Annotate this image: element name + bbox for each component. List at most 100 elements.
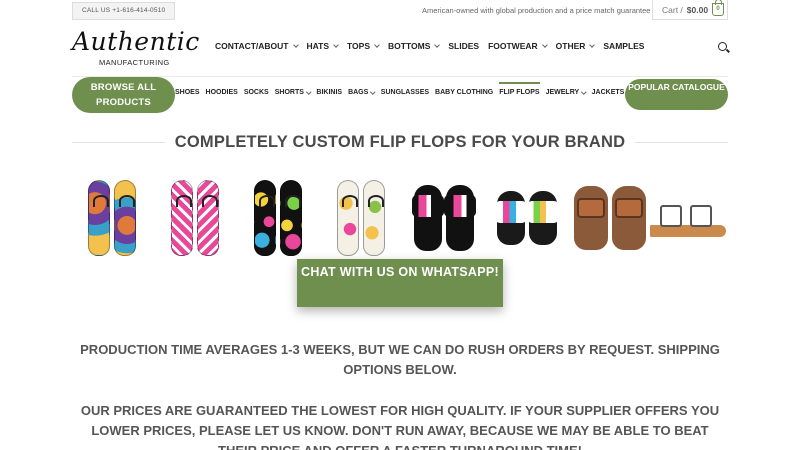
flip-flop-left [254, 180, 276, 256]
chevron-down-icon [434, 42, 441, 48]
browse-all-products-button[interactable]: BROWSE ALL PRODUCTS [72, 77, 175, 113]
sandal-right [612, 186, 646, 250]
category-label: BAGS [348, 89, 369, 96]
product-image-buckle-sandals[interactable] [648, 175, 728, 261]
category-item-jewelry[interactable]: JEWELRY [545, 89, 587, 96]
category-label: BIKINIS [316, 89, 343, 96]
nav-label: OTHER [555, 41, 586, 51]
title-divider-right [635, 142, 729, 143]
chevron-down-icon [370, 89, 376, 94]
category-item-hoodies[interactable]: HOODIES [206, 89, 238, 96]
slide-right [444, 185, 476, 251]
nav-item-slides[interactable]: SLIDES [448, 41, 479, 51]
cart-count: 0 [716, 6, 720, 12]
product-image-skull-flip-flops[interactable] [238, 175, 318, 261]
nav-item-samples[interactable]: SAMPLES [603, 41, 644, 51]
product-image-graffiti-slides[interactable] [487, 175, 567, 261]
flip-flop-right [280, 180, 302, 256]
category-item-bikinis[interactable]: BIKINIS [316, 89, 342, 96]
cart-label: Cart / [662, 4, 683, 15]
nav-label: BOTTOMS [388, 41, 431, 51]
title-divider-left [72, 142, 165, 143]
product-image-paisley-flip-flops[interactable] [72, 175, 152, 261]
nav-item-footwear[interactable]: FOOTWEAR [488, 41, 548, 51]
nav-label: SLIDES [448, 41, 480, 51]
nav-label: SAMPLES [603, 41, 645, 51]
product-image-leather-sandals[interactable] [570, 175, 650, 261]
logo-wordmark: Authentic [72, 27, 200, 56]
nav-label: HATS [306, 41, 330, 51]
site-logo[interactable]: Authentic MANUFACTURING [72, 27, 200, 68]
category-label: JACKETS [591, 89, 625, 96]
flip-flop-right [363, 180, 385, 256]
chevron-down-icon [374, 42, 380, 48]
cart-total: $0.00 [686, 4, 709, 15]
product-gallery [72, 175, 728, 263]
category-label: JEWELRY [545, 89, 580, 96]
nav-item-tops[interactable]: TOPS [347, 41, 380, 51]
header-divider [72, 76, 728, 77]
buckle-sandal [650, 199, 726, 237]
logo-subtitle: MANUFACTURING [99, 58, 170, 67]
slide-strap [412, 195, 444, 217]
call-us-phone[interactable]: CALL US +1-616-414-0510 [72, 2, 176, 20]
main-nav: CONTACT/ABOUT HATS TOPS BOTTOMS SLIDES F… [215, 41, 653, 51]
nav-label: CONTACT/ABOUT [215, 41, 289, 51]
whatsapp-chat-button[interactable]: CHAT WITH US ON WHATSAPP! [297, 259, 503, 307]
chevron-down-icon [306, 89, 312, 94]
sandal-strap [615, 198, 643, 218]
cart-button[interactable]: Cart / $0.00 0 [652, 0, 728, 20]
category-label: SHORTS [274, 89, 304, 96]
category-item-sunglasses[interactable]: SUNGLASSES [381, 89, 429, 96]
flip-flop-right [197, 180, 219, 256]
category-item-shoes[interactable]: SHOES [175, 89, 200, 96]
popular-catalogue-button[interactable]: POPULAR CATALOGUE [625, 79, 728, 110]
chevron-down-icon [541, 42, 548, 48]
nav-item-hats[interactable]: HATS [307, 41, 339, 51]
category-item-baby-clothing[interactable]: BABY CLOTHING [435, 89, 493, 96]
slide-left [495, 191, 527, 245]
top-bar: CALL US +1-616-414-0510 American-owned w… [0, 0, 800, 22]
sandal-left [574, 186, 608, 250]
category-nav: SHOES HOODIES SOCKS SHORTS BIKINIS BAGS … [175, 82, 637, 96]
product-image-pink-zebra-flip-flops[interactable] [155, 175, 235, 261]
category-item-shorts[interactable]: SHORTS [274, 89, 312, 96]
chevron-down-icon [589, 42, 596, 48]
category-label: FLIP FLOPS [499, 89, 540, 96]
category-label: SUNGLASSES [380, 89, 430, 96]
category-label: BABY CLOTHING [435, 89, 494, 96]
production-time-text: PRODUCTION TIME AVERAGES 1-3 WEEKS, BUT … [80, 342, 720, 377]
product-image-colorful-skull-flip-flops[interactable] [321, 175, 401, 261]
category-item-flip-flops[interactable]: FLIP FLOPS [499, 82, 540, 96]
category-item-socks[interactable]: SOCKS [244, 89, 269, 96]
slide-strap [495, 201, 527, 223]
slide-strap [444, 195, 476, 217]
section-title: COMPLETELY CUSTOM FLIP FLOPS FOR YOUR BR… [72, 133, 729, 152]
sandal-strap [690, 205, 712, 227]
nav-item-contact-about[interactable]: CONTACT/ABOUT [215, 41, 299, 51]
sandal-strap [660, 205, 682, 227]
nav-item-other[interactable]: OTHER [555, 41, 596, 51]
page-title: COMPLETELY CUSTOM FLIP FLOPS FOR YOUR BR… [174, 133, 626, 151]
shopping-bag-icon: 0 [712, 0, 725, 16]
slide-right [527, 191, 559, 245]
sandal-strap [577, 198, 605, 218]
header-tagline: American-owned with global production an… [422, 6, 651, 15]
flip-flop-left [171, 180, 193, 256]
chevron-down-icon [333, 42, 339, 48]
category-label: SHOES [175, 89, 200, 96]
slide-left [412, 185, 444, 251]
category-item-bags[interactable]: BAGS [348, 89, 376, 96]
chevron-down-icon [292, 42, 299, 48]
category-label: SOCKS [243, 89, 269, 96]
slide-strap [527, 201, 559, 223]
flip-flop-left [88, 180, 110, 256]
flip-flop-right [114, 180, 136, 256]
flip-flop-left [337, 180, 359, 256]
nav-item-bottoms[interactable]: BOTTOMS [388, 41, 441, 51]
product-image-black-slides[interactable] [404, 175, 484, 261]
category-label: HOODIES [205, 89, 238, 96]
search-icon[interactable] [718, 42, 727, 51]
chevron-down-icon [581, 89, 587, 94]
nav-label: FOOTWEAR [488, 41, 538, 51]
